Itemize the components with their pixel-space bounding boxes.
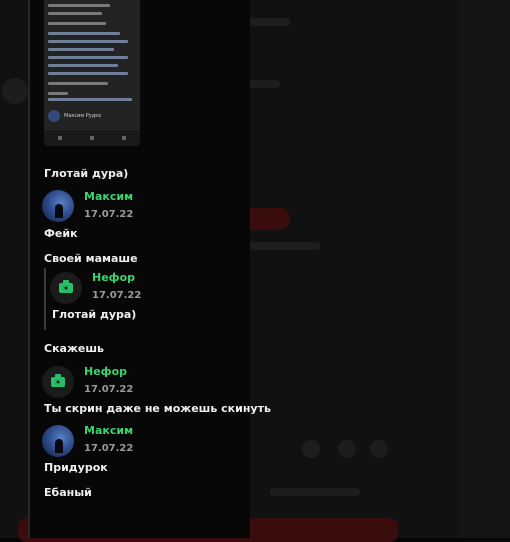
author-name[interactable]: Нефор <box>92 271 135 284</box>
background-icon <box>302 440 320 458</box>
background-icon <box>338 440 356 458</box>
background-text <box>270 488 360 496</box>
comment-text: Ебаный <box>44 486 92 499</box>
quoted-text: Глотай дура) <box>52 308 137 321</box>
thread-rail <box>28 0 30 538</box>
comment-text: Своей мамаше <box>44 252 138 265</box>
comment-text: Придурок <box>44 461 108 474</box>
quote-bar <box>44 268 46 330</box>
attached-screenshot[interactable]: Максим Рудко <box>44 0 140 146</box>
author-name[interactable]: Нефор <box>84 365 127 378</box>
camera-icon <box>51 374 65 387</box>
screenshot-avatar <box>48 110 60 122</box>
background-sidebar <box>458 0 510 538</box>
camera-icon <box>59 280 73 293</box>
avatar[interactable] <box>50 272 82 304</box>
comment-text: Ты скрин даже не можешь скинуть <box>44 402 271 415</box>
comment-date: 17.07.22 <box>84 443 134 454</box>
comment-text: Глотай дура) <box>44 167 129 180</box>
comment-text: Фейк <box>44 227 78 240</box>
author-name[interactable]: Максим <box>84 424 133 437</box>
comment-date: 17.07.22 <box>84 209 134 220</box>
screenshot-author: Максим Рудко <box>48 110 101 122</box>
avatar[interactable] <box>42 425 74 457</box>
comment-date: 17.07.22 <box>92 290 142 301</box>
author-name[interactable]: Максим <box>84 190 133 203</box>
comment-text: Скажешь <box>44 342 105 355</box>
screenshot-author-name: Максим Рудко <box>64 113 102 119</box>
avatar[interactable] <box>42 190 74 222</box>
comment-date: 17.07.22 <box>84 384 134 395</box>
screenshot-nav-bar <box>44 130 140 146</box>
avatar[interactable] <box>42 366 74 398</box>
background-avatar <box>2 78 28 104</box>
background-icon <box>370 440 388 458</box>
